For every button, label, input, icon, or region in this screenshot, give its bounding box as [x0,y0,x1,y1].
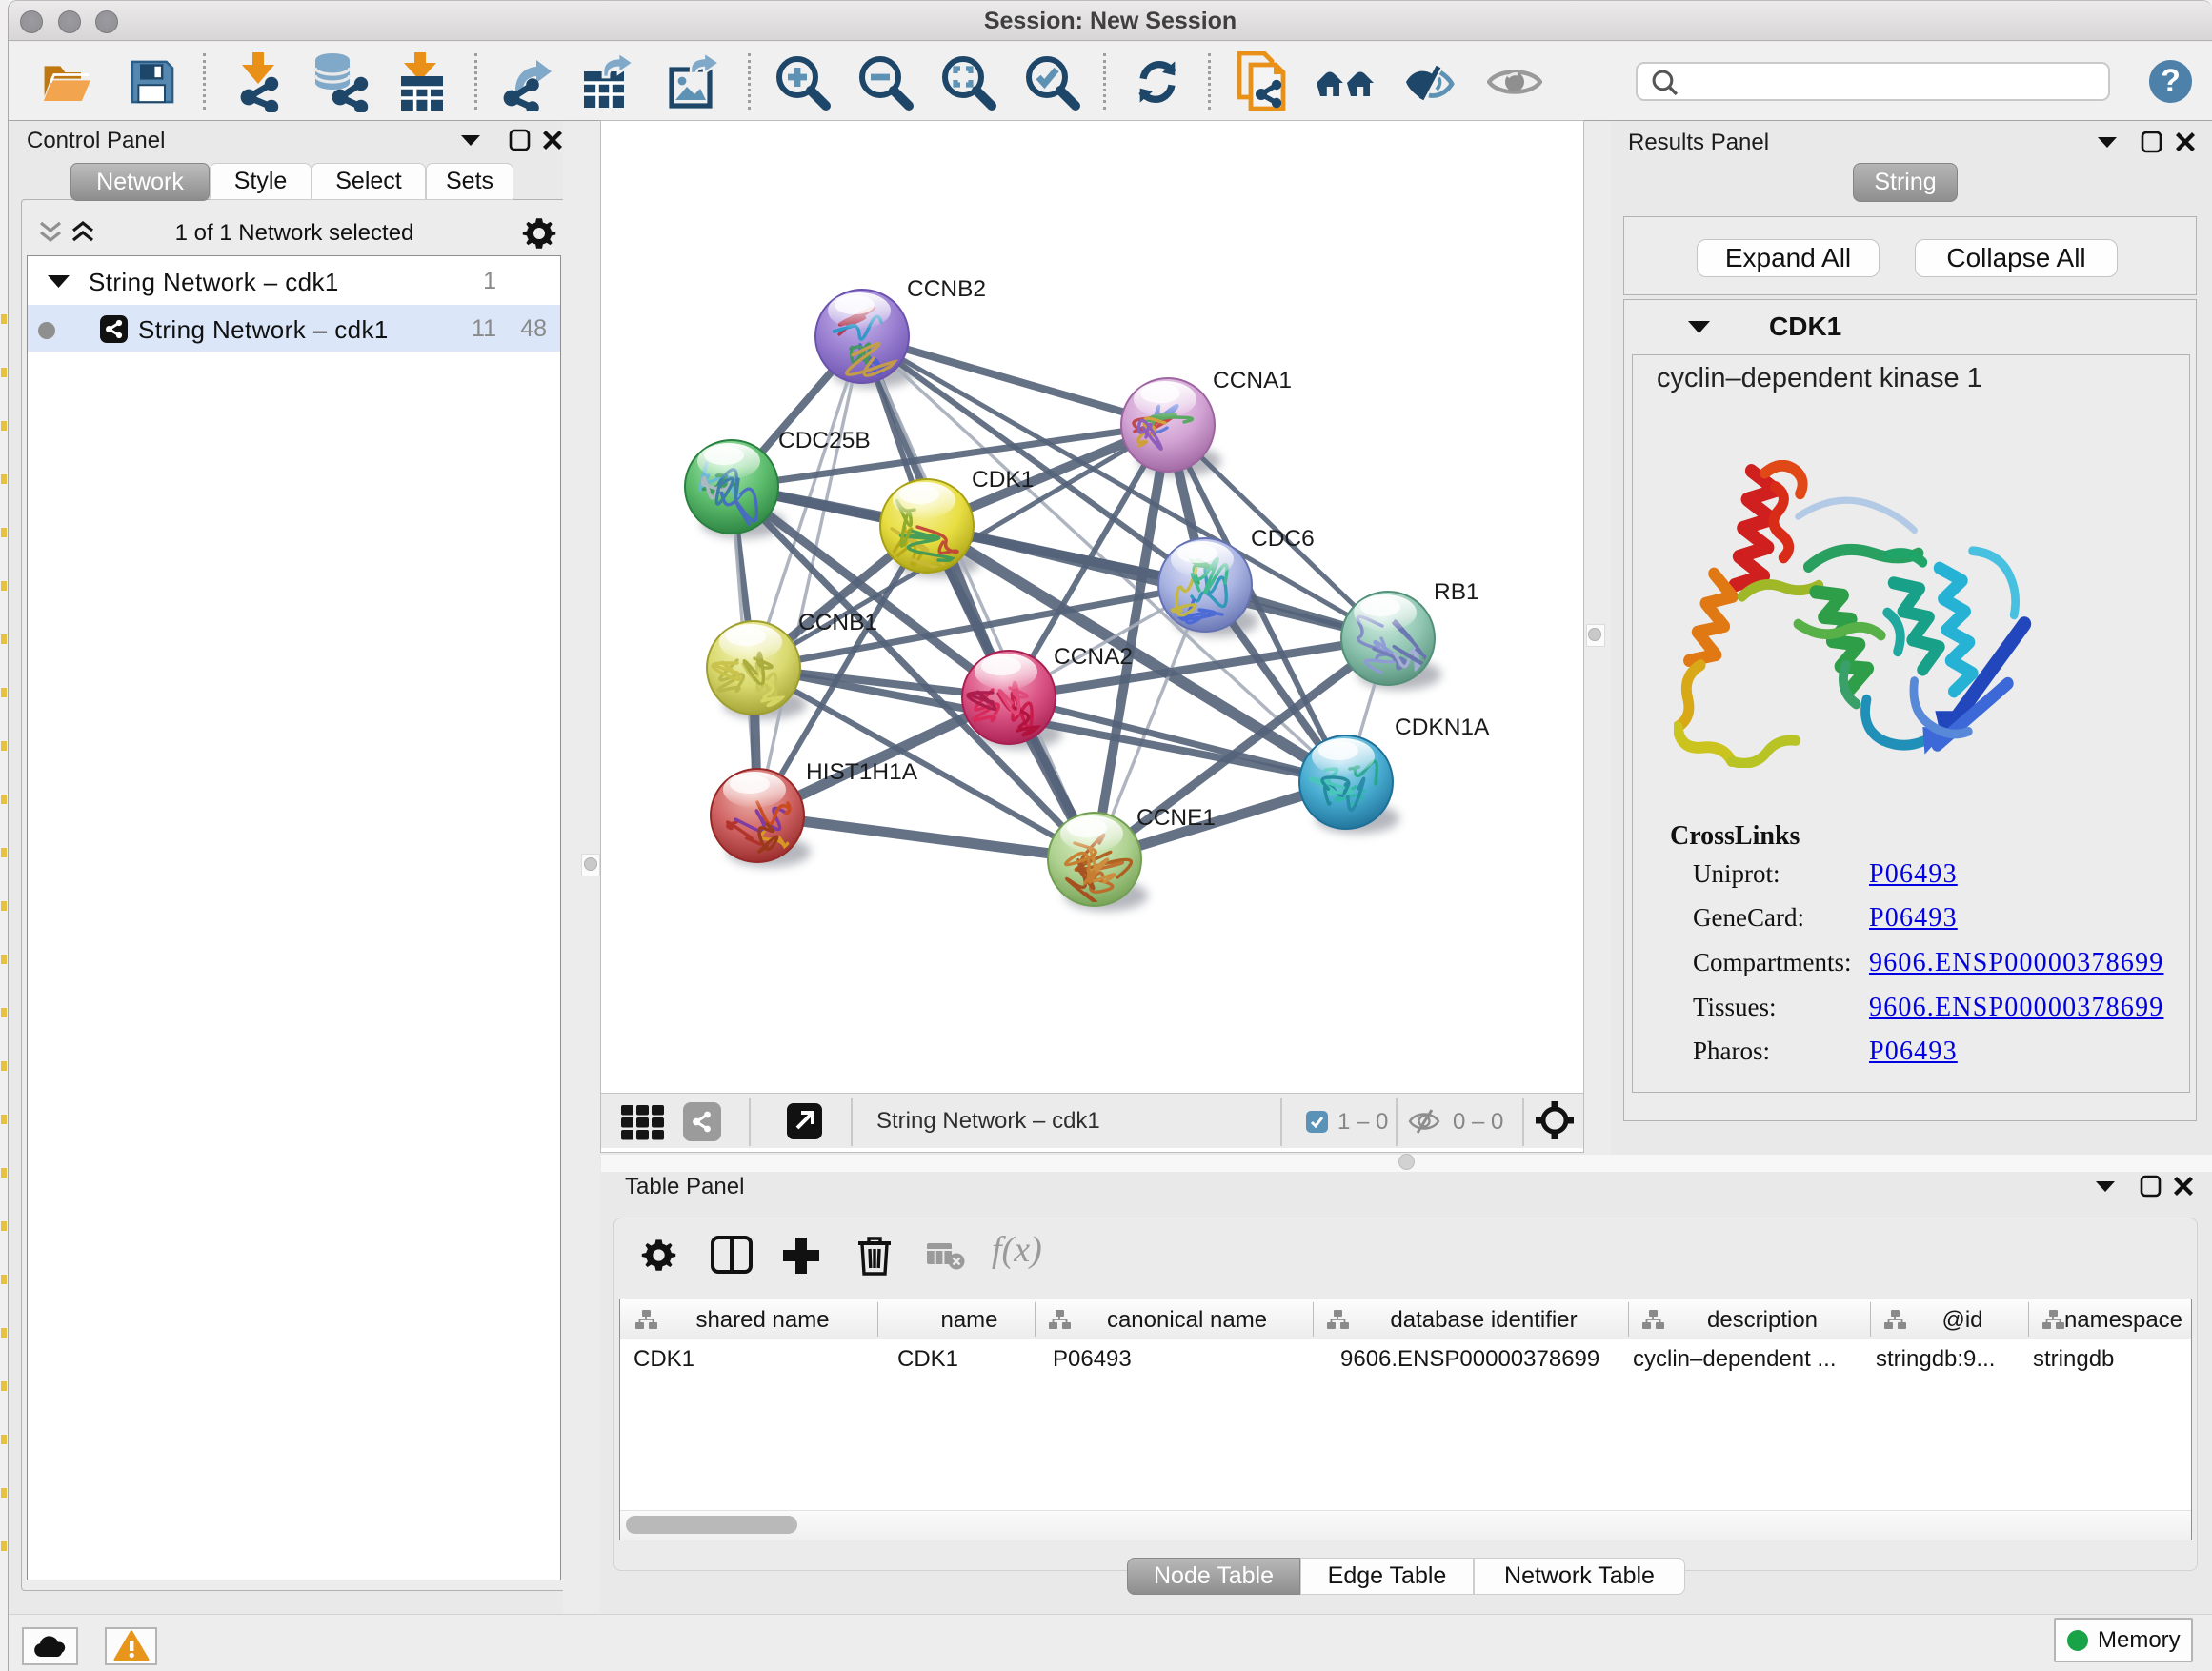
svg-text:CDC6: CDC6 [1251,526,1315,552]
svg-text:RB1: RB1 [1434,579,1479,605]
svg-text:CCNA1: CCNA1 [1213,368,1292,393]
svg-text:CDKN1A: CDKN1A [1395,715,1490,740]
svg-text:CCNB1: CCNB1 [798,610,877,635]
svg-text:HIST1H1A: HIST1H1A [806,759,918,785]
svg-text:CDC25B: CDC25B [778,428,871,453]
svg-text:CCNB2: CCNB2 [907,276,986,302]
svg-text:CCNA2: CCNA2 [1054,644,1133,670]
svg-text:CDK1: CDK1 [972,467,1034,493]
svg-text:CCNE1: CCNE1 [1136,805,1216,831]
